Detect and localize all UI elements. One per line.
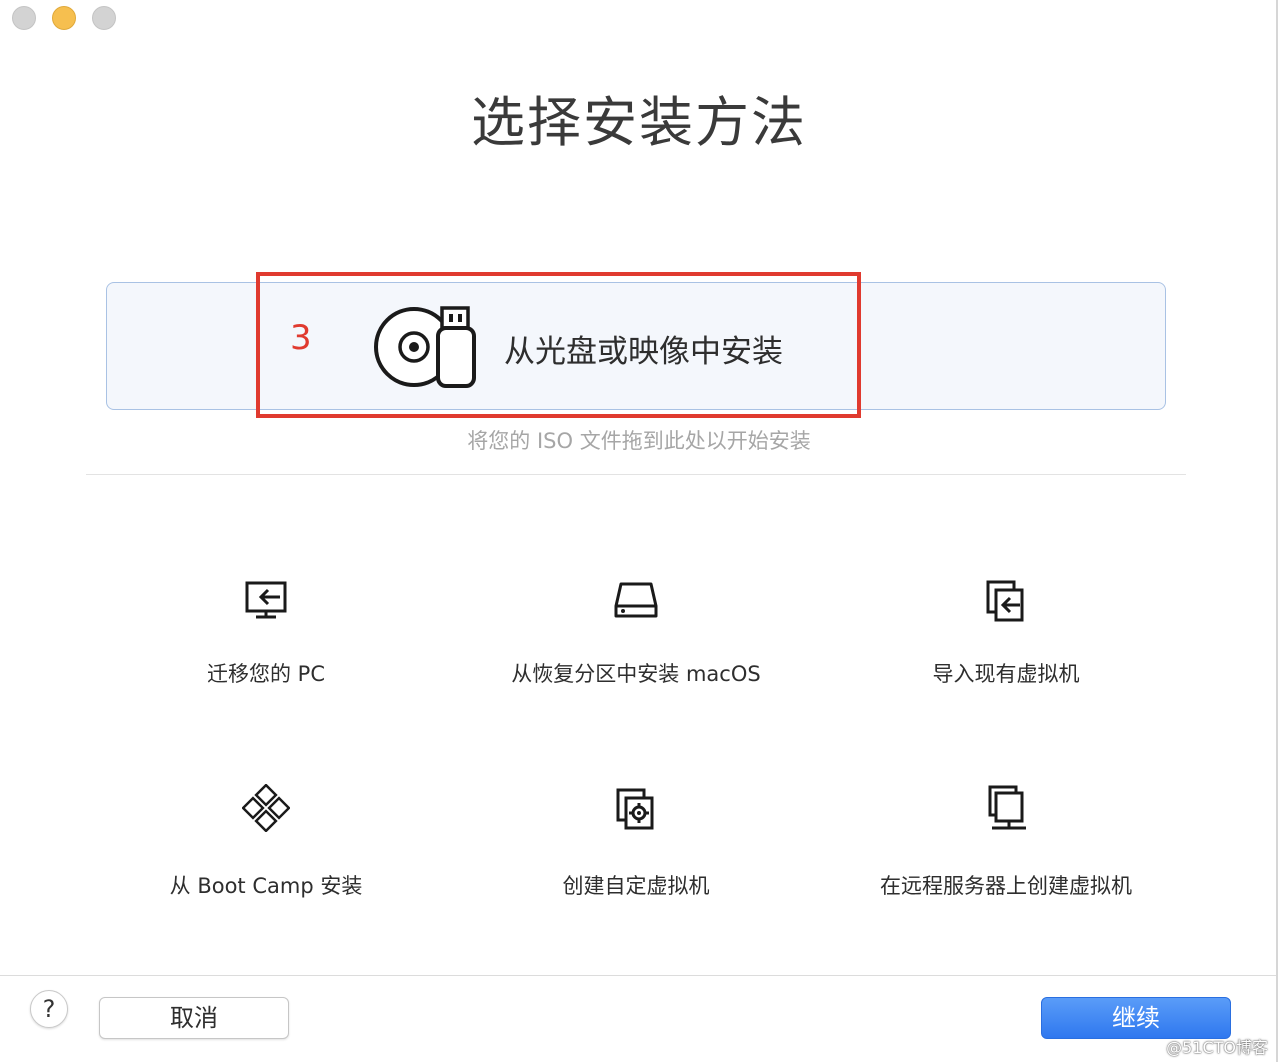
minimize-window-button[interactable] — [52, 6, 76, 30]
close-window-button[interactable] — [12, 6, 36, 30]
footer-divider — [0, 975, 1276, 976]
remote-server-icon — [988, 785, 1026, 830]
option-label: 从恢复分区中安装 macOS — [511, 662, 761, 686]
option-label: 迁移您的 PC — [206, 662, 325, 686]
disc-usb-icon — [374, 306, 476, 388]
option-label: 导入现有虚拟机 — [932, 662, 1080, 686]
annotation-step-number: 3 — [290, 318, 312, 358]
option-migrate-pc[interactable]: 迁移您的 PC — [86, 576, 446, 688]
option-install-recovery-macos[interactable]: 从恢复分区中安装 macOS — [456, 576, 816, 688]
bootcamp-diamond-icon — [242, 784, 290, 832]
window-controls — [12, 6, 116, 30]
continue-button[interactable]: 继续 — [1041, 997, 1231, 1039]
option-create-vm-on-remote-server[interactable]: 在远程服务器上创建虚拟机 — [826, 784, 1186, 900]
monitor-import-icon — [245, 581, 287, 619]
help-button[interactable]: ? — [30, 990, 68, 1028]
option-label: 从 Boot Camp 安装 — [169, 874, 363, 898]
cancel-button[interactable]: 取消 — [99, 997, 289, 1039]
zoom-window-button[interactable] — [92, 6, 116, 30]
custom-vm-icon — [616, 788, 654, 830]
watermark: @51CTO博客 — [1166, 1038, 1268, 1057]
install-from-disc-label: 从光盘或映像中安装 — [504, 334, 783, 370]
drag-iso-hint: 将您的 ISO 文件拖到此处以开始安装 — [467, 429, 811, 453]
option-create-custom-vm[interactable]: 创建自定虚拟机 — [456, 784, 816, 900]
copy-import-icon — [986, 580, 1024, 622]
option-import-existing-vm[interactable]: 导入现有虚拟机 — [826, 576, 1186, 688]
option-label: 创建自定虚拟机 — [562, 874, 710, 898]
page-title: 选择安装方法 — [471, 91, 807, 154]
section-divider — [86, 474, 1186, 475]
drive-icon — [614, 582, 658, 618]
option-install-boot-camp[interactable]: 从 Boot Camp 安装 — [86, 784, 446, 900]
option-label: 在远程服务器上创建虚拟机 — [880, 874, 1132, 898]
